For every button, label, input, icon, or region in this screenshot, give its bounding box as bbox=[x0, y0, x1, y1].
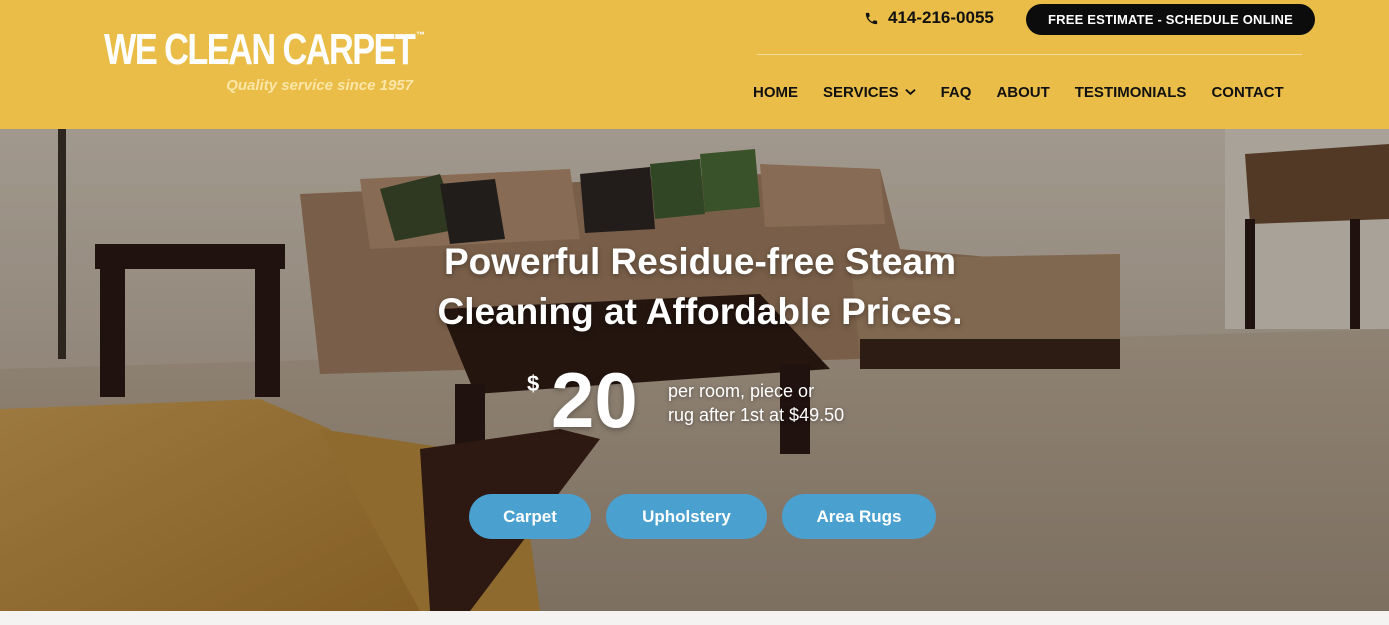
price-currency: $ bbox=[527, 371, 540, 396]
phone-number: 414-216-0055 bbox=[888, 8, 994, 27]
nav-testimonials[interactable]: TESTIMONIALS bbox=[1075, 84, 1187, 101]
main-nav: HOME SERVICES FAQ ABOUT TESTIMONIALS CON… bbox=[753, 82, 1284, 102]
phone-link[interactable]: 414-216-0055 bbox=[864, 8, 994, 28]
header-divider bbox=[757, 54, 1302, 55]
nav-faq-label: FAQ bbox=[940, 83, 972, 101]
price-note-line2: rug after 1st at $49.50 bbox=[668, 405, 845, 425]
nav-home-label: HOME bbox=[753, 83, 798, 101]
logo-link[interactable]: WE CLEAN CARPET ™ Quality service since … bbox=[104, 25, 502, 95]
nav-faq[interactable]: FAQ bbox=[941, 84, 972, 101]
nav-about-label: ABOUT bbox=[996, 83, 1050, 101]
service-buttons: Carpet Upholstery Area Rugs bbox=[469, 494, 936, 539]
price-note: per room, piece or rug after 1st at $49.… bbox=[668, 379, 908, 427]
hero-section: Powerful Residue-free Steam Cleaning at … bbox=[0, 129, 1389, 611]
nav-home[interactable]: HOME bbox=[753, 84, 798, 101]
free-estimate-button[interactable]: FREE ESTIMATE - SCHEDULE ONLINE bbox=[1026, 4, 1315, 35]
nav-services[interactable]: SERVICES bbox=[823, 84, 916, 101]
logo-text: WE CLEAN CARPET bbox=[104, 25, 416, 74]
nav-contact-label: CONTACT bbox=[1211, 83, 1284, 101]
page-bottom-strip bbox=[0, 611, 1389, 625]
logo-trademark: ™ bbox=[416, 30, 425, 40]
area-rugs-button[interactable]: Area Rugs bbox=[782, 494, 936, 539]
carpet-button[interactable]: Carpet bbox=[469, 494, 591, 539]
nav-testimonials-label: TESTIMONIALS bbox=[1074, 83, 1187, 101]
price-note-line1: per room, piece or bbox=[668, 381, 815, 401]
price-amount: 20 bbox=[551, 356, 638, 444]
site-header: WE CLEAN CARPET ™ Quality service since … bbox=[0, 0, 1389, 129]
nav-contact[interactable]: CONTACT bbox=[1211, 84, 1283, 101]
chevron-down-icon bbox=[904, 89, 916, 96]
tagline: Quality service since 1957 bbox=[226, 77, 413, 94]
nav-about[interactable]: ABOUT bbox=[996, 84, 1049, 101]
hero-headline: Powerful Residue-free Steam Cleaning at … bbox=[300, 237, 1100, 337]
nav-services-label: SERVICES bbox=[823, 83, 899, 101]
phone-icon bbox=[865, 12, 878, 24]
hero-headline-line2: Cleaning at Affordable Prices. bbox=[437, 291, 963, 332]
upholstery-button[interactable]: Upholstery bbox=[606, 494, 767, 539]
hero-headline-line1: Powerful Residue-free Steam bbox=[444, 241, 956, 282]
